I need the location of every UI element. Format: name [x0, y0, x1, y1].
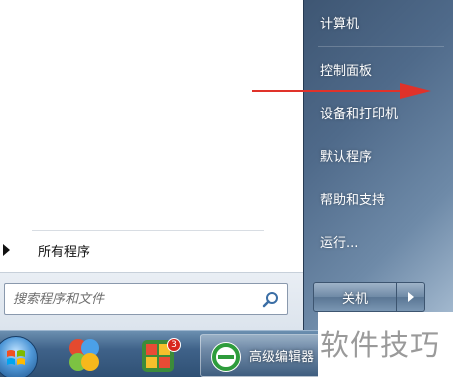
links-separator: [318, 46, 444, 47]
triangle-right-icon: [3, 244, 10, 256]
computer-link[interactable]: 计算机: [304, 5, 453, 39]
run-link[interactable]: 运行...: [304, 224, 453, 258]
search-strip: [0, 272, 303, 330]
search-box[interactable]: [4, 283, 288, 315]
shutdown-arrow-icon: [407, 292, 414, 302]
all-programs-label: 所有程序: [38, 244, 91, 260]
puzzle-app-icon[interactable]: [66, 336, 102, 376]
watermark: 软件技巧: [318, 312, 453, 377]
annotation-arrow: [252, 83, 431, 99]
shutdown-button[interactable]: 关机: [313, 282, 397, 312]
edge-like-browser-icon: [211, 342, 241, 372]
search-input[interactable]: [13, 291, 253, 307]
default-programs-link[interactable]: 默认程序: [304, 138, 453, 172]
search-icon[interactable]: [261, 290, 281, 310]
help-support-link[interactable]: 帮助和支持: [304, 181, 453, 215]
taskbar-window-button[interactable]: 高级编辑器: [200, 334, 330, 377]
taskbar-window-label: 高级编辑器: [249, 350, 315, 365]
programs-divider: [32, 230, 264, 231]
notification-badge: 3: [167, 338, 181, 352]
windows-flag-icon: [7, 350, 25, 365]
start-menu-links-pane: 计算机 控制面板 设备和打印机 默认程序 帮助和支持 运行...: [303, 0, 453, 330]
all-programs-button[interactable]: 所有程序: [0, 238, 300, 262]
shutdown-options-button[interactable]: [397, 282, 425, 312]
watermark-text: 软件技巧: [320, 328, 441, 362]
